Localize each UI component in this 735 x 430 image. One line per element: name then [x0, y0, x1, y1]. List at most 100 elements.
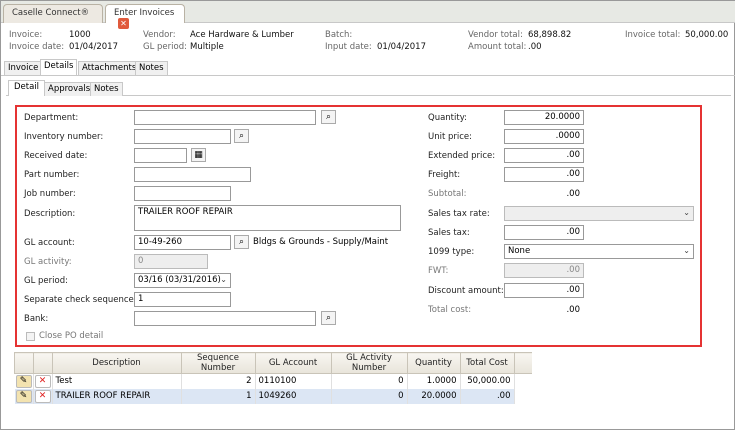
column-header[interactable]: Total Cost [459, 352, 515, 374]
tab-attachments[interactable]: Attachments [78, 61, 141, 75]
fwt-input: .00 [504, 263, 584, 278]
tab-label: Enter Invoices [114, 8, 175, 18]
binoculars-icon[interactable]: ⌕ [234, 235, 249, 249]
gl-account-input[interactable]: 10-49-260 [134, 235, 231, 250]
table-row[interactable]: ✎ ✕ TRAILER ROOF REPAIR 1 1049260 0 20.0… [14, 388, 532, 404]
discount-input[interactable]: .00 [504, 283, 584, 298]
edit-column-header [14, 352, 34, 374]
chevron-down-icon: ⌄ [683, 246, 690, 255]
tab-caselle-connect[interactable]: Caselle Connect® [3, 4, 103, 23]
description-label: Description: [24, 209, 76, 219]
gl-account-description: Bldgs & Grounds - Supply/Maint [253, 237, 389, 247]
bank-label: Bank: [24, 314, 49, 324]
close-po-checkbox[interactable] [26, 332, 35, 341]
column-header[interactable]: GL Account [254, 352, 332, 374]
chevron-down-icon: ⌄ [220, 275, 227, 284]
delete-column-header [32, 352, 53, 374]
delete-icon[interactable]: ✕ [34, 374, 51, 388]
edit-pencil-icon[interactable]: ✎ [15, 374, 32, 388]
unit-price-input[interactable]: .0000 [504, 129, 584, 144]
department-input[interactable] [134, 110, 316, 125]
extended-price-input[interactable]: .00 [504, 148, 584, 163]
tab-notes[interactable]: Notes [135, 61, 168, 75]
invoice-total-label: Invoice total: [625, 30, 681, 40]
calendar-icon[interactable]: ▦ [191, 148, 206, 162]
gl-period-select[interactable]: 03/16 (03/31/2016) ⌄ [134, 273, 231, 288]
binoculars-icon[interactable]: ⌕ [234, 129, 249, 143]
table-row[interactable]: ✎ ✕ Test 2 0110100 0 1.0000 50,000.00 [14, 373, 532, 389]
inventory-input[interactable] [134, 129, 231, 144]
column-header[interactable]: Quantity [406, 352, 461, 374]
delete-icon[interactable]: ✕ [34, 389, 51, 403]
inventory-label: Inventory number: [24, 132, 104, 142]
separate-check-label: Separate check sequence: [24, 295, 137, 305]
cell-gl-account: 1049260 [255, 388, 332, 404]
job-number-input[interactable] [134, 186, 231, 201]
cell-total-cost: 50,000.00 [460, 373, 515, 389]
subtotal-label: Subtotal: [428, 189, 467, 199]
binoculars-icon[interactable]: ⌕ [321, 311, 336, 325]
total-cost-value: .00 [566, 305, 580, 315]
gl-period-label: GL period: [24, 276, 68, 286]
gl-period-value: 03/16 (03/31/2016) [138, 275, 221, 285]
extended-price-label: Extended price: [428, 151, 496, 161]
quantity-input[interactable]: 20.0000 [504, 110, 584, 125]
batch-label: Batch: [325, 30, 353, 40]
cell-gl-activity: 0 [331, 388, 408, 404]
freight-label: Freight: [428, 170, 461, 180]
received-date-label: Received date: [24, 151, 88, 161]
edit-pencil-icon[interactable]: ✎ [15, 389, 32, 403]
type-1099-select[interactable]: None ⌄ [504, 244, 694, 259]
input-date-value: 01/04/2017 [377, 42, 426, 52]
tab-enter-invoices[interactable]: Enter Invoices✕ [105, 4, 185, 29]
sales-tax-rate-select[interactable]: ⌄ [504, 206, 694, 221]
invoice-date-value: 01/04/2017 [69, 42, 118, 52]
vendor-label: Vendor: [143, 30, 176, 40]
subtab-notes[interactable]: Notes [90, 82, 123, 96]
sales-tax-label: Sales tax: [428, 228, 470, 238]
invoice-total-value: 50,000.00 [685, 30, 729, 40]
subtab-approvals[interactable]: Approvals [44, 82, 95, 96]
cell-description: Test [52, 373, 182, 389]
department-label: Department: [24, 113, 79, 123]
cell-quantity: 1.0000 [407, 373, 461, 389]
binoculars-icon[interactable]: ⌕ [321, 110, 336, 124]
column-header[interactable]: GL Activity Number [330, 352, 408, 374]
separate-check-input[interactable]: 1 [134, 292, 231, 307]
received-date-input[interactable] [134, 148, 187, 163]
total-cost-label: Total cost: [428, 305, 472, 315]
bank-input[interactable] [134, 311, 316, 326]
cell-gl-account: 0110100 [255, 373, 332, 389]
chevron-down-icon: ⌄ [683, 208, 690, 217]
close-po-label: Close PO detail [39, 331, 104, 341]
column-header[interactable]: Description [51, 352, 182, 374]
cell-sequence: 1 [181, 388, 256, 404]
cell-sequence: 2 [181, 373, 256, 389]
input-date-label: Input date: [325, 42, 372, 52]
part-number-input[interactable] [134, 167, 251, 182]
cell-quantity: 20.0000 [407, 388, 461, 404]
column-header[interactable]: Sequence Number [180, 352, 256, 374]
type-1099-value: None [508, 246, 531, 256]
sales-tax-input[interactable]: .00 [504, 225, 584, 240]
tab-invoice[interactable]: Invoice [4, 61, 43, 75]
window-tab-bar: Caselle Connect® Enter Invoices✕ [1, 1, 735, 29]
job-number-label: Job number: [24, 189, 76, 199]
vendor-total-label: Vendor total: [468, 30, 523, 40]
close-icon[interactable]: ✕ [118, 18, 129, 29]
discount-label: Discount amount: [428, 286, 504, 296]
subtotal-value: .00 [566, 189, 580, 199]
tab-label: Caselle Connect® [12, 8, 90, 18]
invoice-date-label: Invoice date: [9, 42, 65, 52]
cell-total-cost: .00 [460, 388, 515, 404]
tab-details[interactable]: Details [40, 59, 78, 75]
quantity-label: Quantity: [428, 113, 467, 123]
gl-activity-label: GL activity: [24, 257, 72, 267]
cell-gl-activity: 0 [331, 373, 408, 389]
fwt-label: FWT: [428, 266, 449, 276]
subtab-detail[interactable]: Detail [8, 80, 46, 96]
unit-price-label: Unit price: [428, 132, 473, 142]
grid-header: Description Sequence Number GL Account G… [14, 352, 532, 374]
description-input[interactable]: TRAILER ROOF REPAIR [134, 205, 401, 231]
freight-input[interactable]: .00 [504, 167, 584, 182]
